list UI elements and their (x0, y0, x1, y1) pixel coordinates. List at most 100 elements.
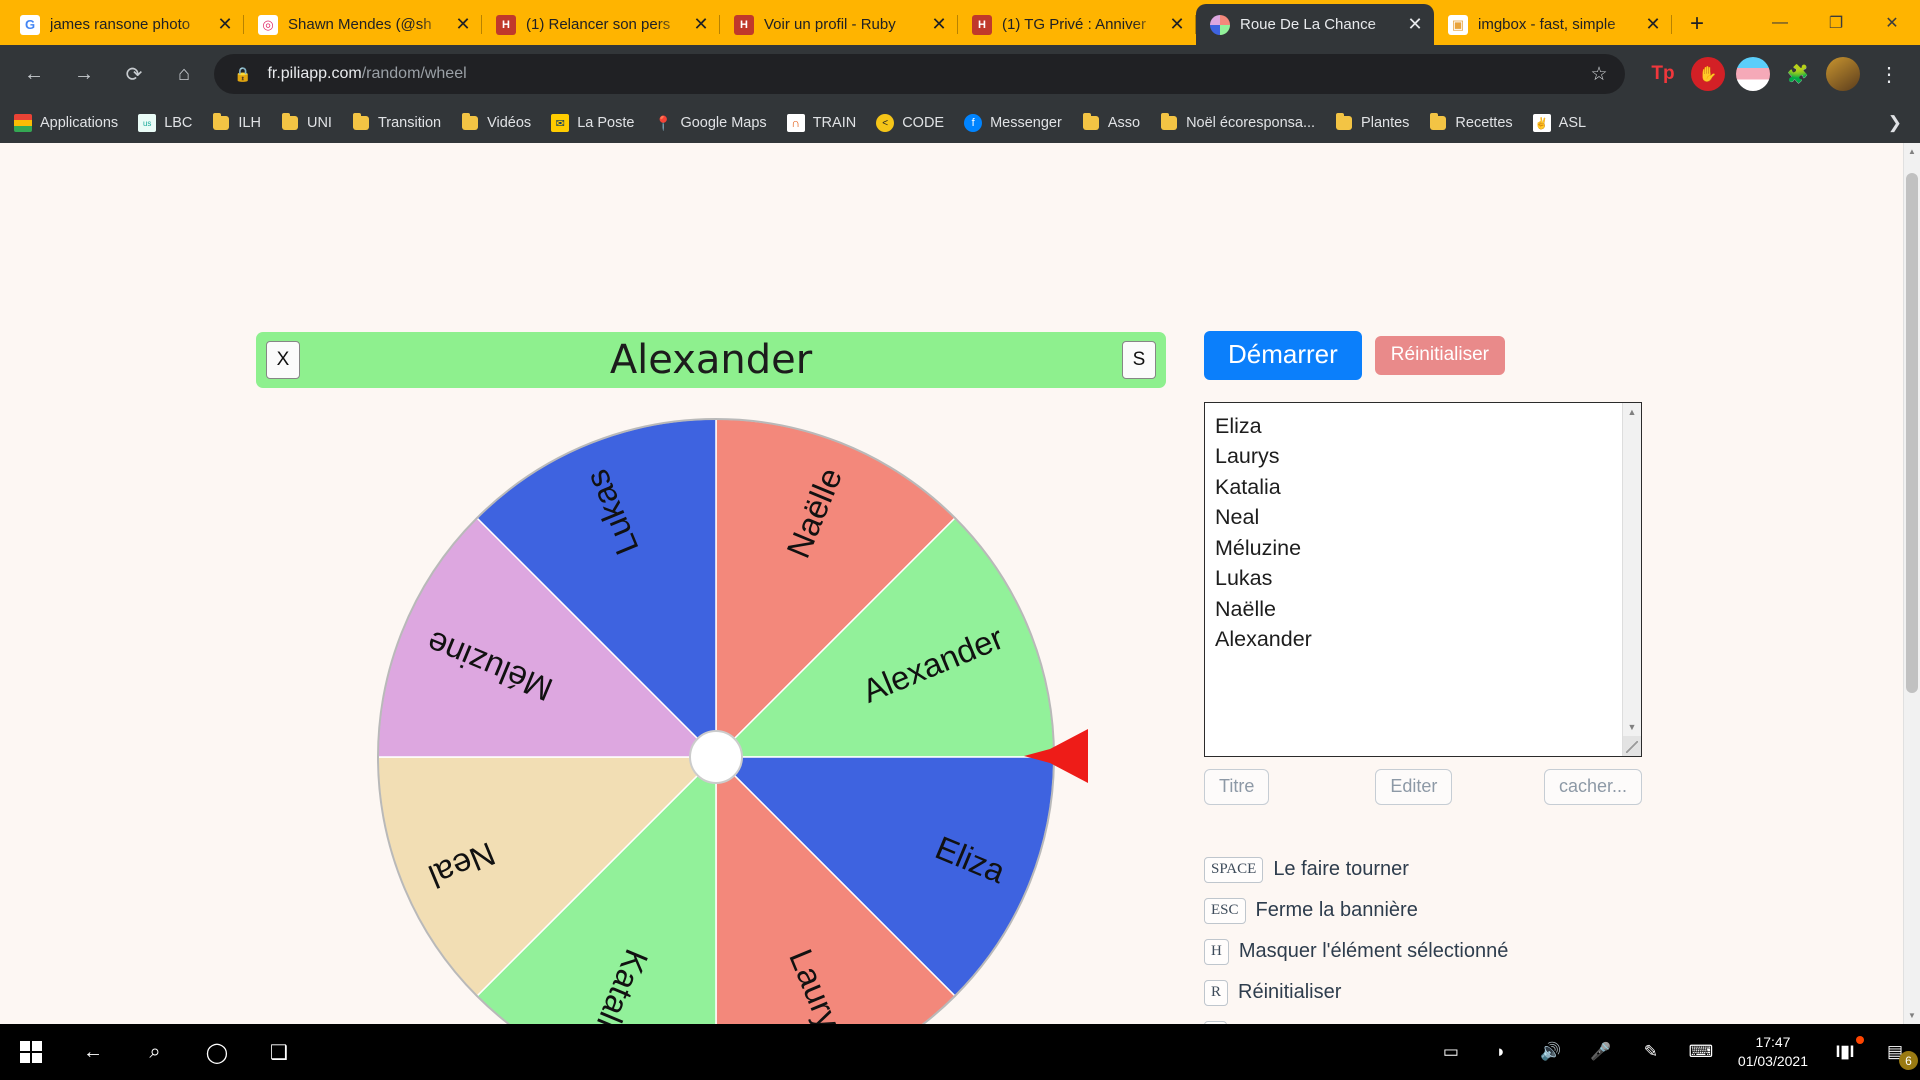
start-button[interactable]: Démarrer (1204, 331, 1362, 380)
laposte-icon: ✉ (551, 114, 570, 132)
bookmark-asso[interactable]: Asso (1082, 113, 1141, 132)
bookmark-label: Asso (1107, 115, 1141, 131)
bookmark-label: Plantes (1361, 115, 1410, 131)
bookmark-ilh[interactable]: ILH (212, 113, 261, 132)
page-scroll-up-icon[interactable]: ▲ (1904, 143, 1920, 160)
tab-close-icon[interactable]: ✕ (1164, 12, 1190, 38)
browser-tab-active[interactable]: Roue De La Chance ✕ (1196, 4, 1434, 45)
pen-icon[interactable]: ✎ (1626, 1024, 1676, 1080)
entries-list: Eliza Laurys Katalia Neal Méluzine Lukas… (1205, 403, 1641, 663)
textarea-scrollbar[interactable]: ▲ ▼ (1622, 402, 1641, 756)
fortune-wheel[interactable]: Naëlle Alexander Eliza Laurys Katalia Neal Mél… (366, 405, 1086, 1024)
tab-title: Voir un profil - Ruby (764, 16, 896, 33)
tab-close-icon[interactable]: ✕ (688, 12, 714, 38)
tab-close-icon[interactable]: ✕ (212, 12, 238, 38)
wifi-icon[interactable]: ◗ (1476, 1024, 1526, 1080)
banner-close-button[interactable]: X (266, 341, 300, 379)
browser-tab[interactable]: H (1) Relancer son pers ✕ (482, 4, 720, 45)
list-item: Katalia (1215, 474, 1281, 499)
new-tab-button[interactable]: + (1680, 7, 1714, 41)
cortana-icon[interactable]: ◯ (186, 1024, 248, 1080)
code-icon: < (876, 114, 895, 132)
stripes-extension-icon[interactable] (1736, 57, 1770, 91)
hf-icon: H (972, 14, 992, 35)
browser-tab[interactable]: ◎ Shawn Mendes (@sh ✕ (244, 4, 482, 45)
forward-icon[interactable]: → (64, 54, 104, 94)
resize-grip[interactable] (1623, 735, 1641, 756)
tab-title: imgbox - fast, simple (1478, 16, 1616, 33)
bookmark-lbc[interactable]: us LBC (138, 114, 192, 132)
bookmark-label: La Poste (577, 115, 635, 131)
minimize-button[interactable]: — (1752, 0, 1808, 45)
tab-close-icon[interactable]: ✕ (926, 12, 952, 38)
puzzle-extensions-icon[interactable]: 🧩 (1781, 57, 1815, 91)
notifications-icon[interactable]: ▤ 6 (1870, 1024, 1920, 1080)
battery-icon[interactable]: ▭ (1426, 1024, 1476, 1080)
keyboard-icon[interactable]: ⌨ (1676, 1024, 1726, 1080)
scroll-up-icon[interactable]: ▲ (1623, 403, 1641, 421)
home-icon[interactable]: ⌂ (164, 54, 204, 94)
page-scrollbar[interactable]: ▲ ▼ (1903, 143, 1920, 1024)
close-window-button[interactable]: ✕ (1864, 0, 1920, 45)
url-domain: fr.piliapp.com (267, 65, 362, 82)
windows-taskbar: ← ⌕ ◯ ❑ ▭ ◗ 🔊 🎤 ✎ ⌨ 17:47 01/03/2021 I▮I… (0, 1024, 1920, 1080)
bookmark-applications[interactable]: Applications (14, 114, 118, 132)
start-icon[interactable] (0, 1024, 62, 1080)
tp-extension-icon[interactable]: Tp (1646, 57, 1680, 91)
scroll-down-icon[interactable]: ▼ (1623, 718, 1641, 736)
browser-tab[interactable]: H (1) TG Privé : Anniver ✕ (958, 4, 1196, 45)
browser-tab[interactable]: G james ransone photo ✕ (6, 4, 244, 45)
list-item: Naëlle (1215, 596, 1276, 621)
primary-buttons: Démarrer Réinitialiser (1204, 331, 1654, 380)
microphone-icon[interactable]: 🎤 (1576, 1024, 1626, 1080)
reload-icon[interactable]: ⟳ (114, 54, 154, 94)
entries-textarea[interactable]: Eliza Laurys Katalia Neal Méluzine Lukas… (1204, 401, 1642, 757)
browser-tab[interactable]: ▣ imgbox - fast, simple ✕ (1434, 4, 1672, 45)
back-icon[interactable]: ← (62, 1024, 124, 1080)
bookmark-label: TRAIN (812, 115, 857, 131)
bookmark-messenger[interactable]: f Messenger (964, 114, 1062, 132)
bookmark-train[interactable]: ∩ TRAIN (786, 114, 857, 132)
bookmark-videos[interactable]: Vidéos (461, 113, 531, 132)
edit-button[interactable]: Editer (1375, 768, 1453, 805)
bookmark-asl[interactable]: ✌ ASL (1532, 114, 1586, 132)
bookmarks-overflow-icon[interactable]: ❯ (1888, 113, 1906, 133)
browser-tab[interactable]: H Voir un profil - Ruby ✕ (720, 4, 958, 45)
imi-icon[interactable]: I▮I (1820, 1024, 1870, 1080)
search-icon[interactable]: ⌕ (124, 1024, 186, 1080)
bookmark-code[interactable]: < CODE (876, 114, 944, 132)
bookmark-la-poste[interactable]: ✉ La Poste (551, 114, 634, 132)
bookmark-plantes[interactable]: Plantes (1335, 113, 1410, 132)
tab-close-icon[interactable]: ✕ (1402, 12, 1428, 38)
taskbar-clock[interactable]: 17:47 01/03/2021 (1726, 1033, 1820, 1071)
bookmark-uni[interactable]: UNI (281, 113, 332, 132)
bookmark-google-maps[interactable]: 📍 Google Maps (654, 114, 767, 132)
reset-button[interactable]: Réinitialiser (1374, 336, 1505, 375)
page-scroll-thumb[interactable] (1906, 173, 1918, 693)
taskview-icon[interactable]: ❑ (248, 1024, 310, 1080)
back-icon[interactable]: ← (14, 54, 54, 94)
address-bar[interactable]: 🔒 fr.piliapp.com/random/wheel ☆ (214, 54, 1625, 94)
tab-strip: G james ransone photo ✕ ◎ Shawn Mendes (… (0, 0, 1920, 45)
bookmark-star-icon[interactable]: ☆ (1579, 54, 1619, 94)
lbc-icon: us (138, 114, 157, 132)
browser-menu-icon[interactable]: ⋮ (1872, 57, 1906, 91)
tab-close-icon[interactable]: ✕ (450, 12, 476, 38)
volume-icon[interactable]: 🔊 (1526, 1024, 1576, 1080)
folder-icon (352, 113, 370, 132)
bookmark-recettes[interactable]: Recettes (1429, 113, 1513, 132)
page-scroll-down-icon[interactable]: ▼ (1904, 1007, 1920, 1024)
bookmark-noel[interactable]: Noël écoresponsa... (1160, 113, 1315, 132)
title-button[interactable]: Titre (1204, 768, 1270, 805)
banner-sound-button[interactable]: S (1122, 341, 1156, 379)
avatar[interactable] (1826, 57, 1860, 91)
maximize-button[interactable]: ❐ (1808, 0, 1864, 45)
train-icon: ∩ (786, 114, 805, 132)
bookmark-transition[interactable]: Transition (352, 113, 441, 132)
url-text: fr.piliapp.com/random/wheel (267, 65, 466, 83)
hide-button[interactable]: cacher... (1543, 768, 1642, 805)
tab-close-icon[interactable]: ✕ (1640, 12, 1666, 38)
banner-result-text: Alexander (609, 337, 813, 383)
system-tray: ▭ ◗ 🔊 🎤 ✎ ⌨ 17:47 01/03/2021 I▮I ▤ 6 (1426, 1024, 1920, 1080)
adblock-extension-icon[interactable]: ✋ (1691, 57, 1725, 91)
